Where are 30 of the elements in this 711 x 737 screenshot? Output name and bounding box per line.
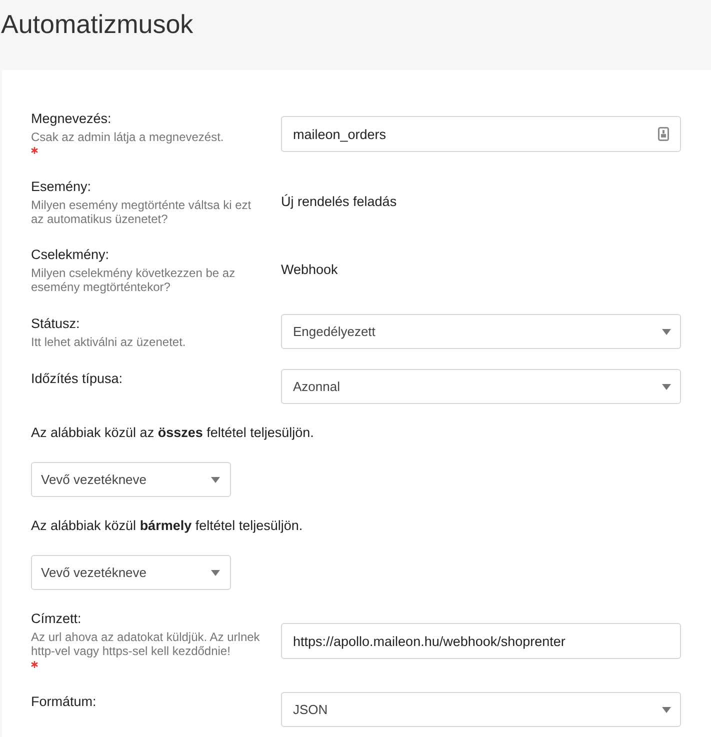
condition-heading: Az alábbiak közül az összes feltétel teljesüljön. bbox=[31, 424, 314, 442]
text-field[interactable]: maileon_orders bbox=[281, 116, 681, 152]
field-label: Megnevezés: bbox=[31, 110, 112, 128]
caret-icon bbox=[662, 328, 671, 334]
field-label: Időzítés típusa: bbox=[31, 370, 123, 388]
field-label: Esemény: bbox=[31, 178, 92, 196]
dropdown[interactable]: Vevő vezetékneve bbox=[31, 555, 231, 590]
page-title: Automatizmusok bbox=[1, 8, 194, 41]
field-label: Címzett: bbox=[31, 610, 82, 628]
field-description: Csak az admin látja a megnevezést. bbox=[31, 130, 225, 144]
caret-icon bbox=[211, 570, 220, 576]
dropdown[interactable]: JSON bbox=[281, 692, 681, 727]
field-description: Milyen esemény megtörténte váltsa ki ezt az automatikus üzenetet? bbox=[31, 198, 252, 226]
dropdown[interactable]: Azonnal bbox=[281, 369, 681, 404]
dropdown[interactable]: Engedélyezett bbox=[281, 314, 681, 349]
caret-icon bbox=[211, 476, 220, 482]
field-value: Webhook bbox=[281, 262, 338, 277]
field-description: Itt lehet aktiválni az üzenetet. bbox=[31, 334, 187, 348]
caret-icon bbox=[662, 706, 671, 712]
dropdown[interactable]: Vevő vezetékneve bbox=[31, 462, 231, 497]
field-label: Státusz: bbox=[31, 314, 80, 332]
caret-icon bbox=[662, 384, 671, 390]
field-label: Formátum: bbox=[31, 693, 96, 711]
field-description: Milyen cselekmény következzen be az esemény megtörténtekor? bbox=[31, 266, 236, 294]
text-field[interactable]: https://apollo.maileon.hu/webhook/shoprenter bbox=[281, 623, 681, 659]
field-description: Az url ahova az adatokat küldjük. Az urlnek http-vel vagy https-sel kell kezdődnie! bbox=[31, 630, 261, 658]
field-value: Új rendelés feladás bbox=[281, 194, 397, 209]
card-icon[interactable] bbox=[658, 127, 669, 141]
condition-heading: Az alábbiak közül bármely feltétel teljesüljön. bbox=[31, 517, 303, 535]
field-label: Cselekmény: bbox=[31, 246, 110, 264]
